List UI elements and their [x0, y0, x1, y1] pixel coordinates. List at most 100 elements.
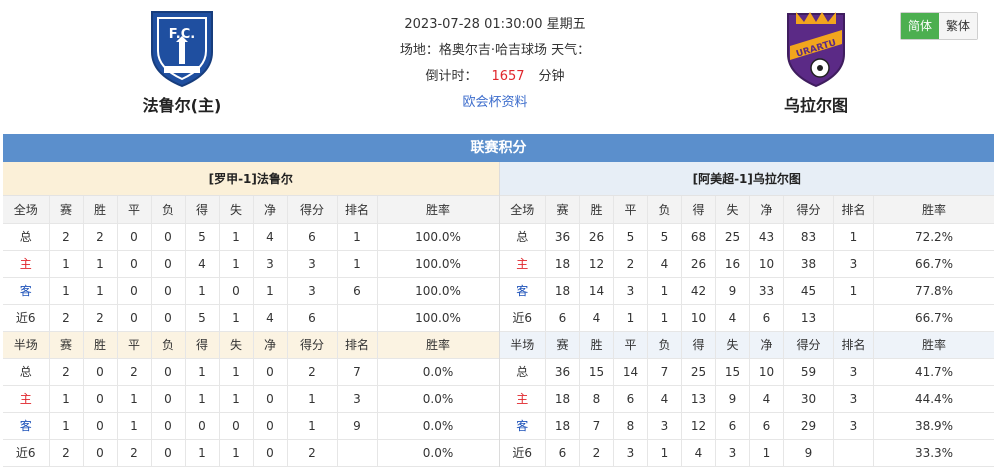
- table-cell: 0: [117, 223, 152, 251]
- table-cell: 100.0%: [377, 277, 499, 305]
- table-cell: 1: [337, 250, 378, 278]
- home-team-name: 法鲁尔(主): [142, 96, 222, 115]
- table-cell: 15: [715, 358, 750, 386]
- row-label: 全场: [3, 196, 50, 224]
- row-label: 主: [499, 250, 546, 278]
- table-cell: 2: [83, 223, 118, 251]
- table-cell: 100.0%: [377, 250, 499, 278]
- table-cell: 1: [833, 223, 874, 251]
- cup-info-link[interactable]: 欧会杯资料: [462, 95, 527, 110]
- table-cell: 1: [83, 250, 118, 278]
- table-cell: 83: [783, 223, 834, 251]
- table-cell: 1: [185, 358, 220, 386]
- table-cell: 赛: [545, 196, 580, 224]
- table-cell: 10: [749, 250, 784, 278]
- table-cell: 失: [219, 331, 254, 359]
- table-cell: 29: [783, 412, 834, 440]
- table-cell: 负: [151, 196, 186, 224]
- table-cell: 18: [545, 277, 580, 305]
- lang-simplified-button[interactable]: 简体: [901, 13, 939, 39]
- table-cell: 胜率: [873, 331, 994, 359]
- table-cell: 7: [647, 358, 682, 386]
- table-cell: 5: [613, 223, 648, 251]
- table-cell: 平: [117, 196, 152, 224]
- table-row: 总 36 15 14 7 25 15 10 59 3 41.7%: [499, 358, 994, 386]
- table-cell: 得: [681, 196, 716, 224]
- table-cell: 4: [647, 250, 682, 278]
- table-cell: 3: [337, 385, 378, 413]
- table-cell: 净: [749, 331, 784, 359]
- table-cell: 4: [253, 304, 288, 332]
- table-cell: 1: [337, 223, 378, 251]
- table-cell: 赛: [545, 331, 580, 359]
- table-cell: 0: [185, 412, 220, 440]
- table-cell: 2: [613, 250, 648, 278]
- table-cell: 0: [83, 439, 118, 467]
- table-cell: 0: [151, 385, 186, 413]
- table-cell: 胜: [83, 331, 118, 359]
- table-cell: 净: [253, 196, 288, 224]
- table-cell: 0: [83, 412, 118, 440]
- table-cell: 38: [783, 250, 834, 278]
- table-row: 客 1 0 1 0 0 0 0 1 9 0.0%: [3, 412, 499, 440]
- table-cell: 9: [715, 385, 750, 413]
- table-cell: 0: [253, 385, 288, 413]
- table-cell: 1: [219, 304, 254, 332]
- table-cell: 66.7%: [873, 304, 994, 332]
- lang-traditional-button[interactable]: 繁体: [939, 13, 977, 39]
- urartu-crest-icon: URARTU: [787, 12, 845, 88]
- table-cell: 10: [749, 358, 784, 386]
- row-label: 总: [499, 358, 546, 386]
- table-cell: 1: [219, 223, 254, 251]
- table-cell: 9: [715, 277, 750, 305]
- table-cell: 4: [681, 439, 716, 467]
- table-cell: [337, 304, 378, 332]
- table-cell: 0: [219, 412, 254, 440]
- home-standings-table: 全场赛胜平负得失净得分 排名 胜率总 2 2 0 0 5 1 4 6 1 100.0% 主 1 1 0 0 4 1 3 3…: [3, 196, 499, 467]
- table-cell: 2: [49, 223, 84, 251]
- table-cell: 0: [151, 358, 186, 386]
- table-cell: 12: [681, 412, 716, 440]
- countdown: 倒计时： 1657 分钟: [330, 64, 660, 90]
- table-cell: 1: [287, 412, 338, 440]
- table-header-row: 半场赛胜平负得失净得分 排名 胜率: [499, 331, 994, 359]
- table-cell: 6: [545, 304, 580, 332]
- table-cell: 1: [49, 412, 84, 440]
- table-cell: 0: [83, 385, 118, 413]
- table-cell: 0: [117, 277, 152, 305]
- table-cell: 赛: [49, 196, 84, 224]
- table-cell: 胜率: [873, 196, 994, 224]
- away-team[interactable]: URARTU 乌拉尔图: [746, 8, 886, 116]
- table-cell: 15: [579, 358, 614, 386]
- table-cell: 25: [681, 358, 716, 386]
- table-header-row: 全场赛胜平负得失净得分 排名 胜率: [499, 196, 994, 224]
- table-cell: 得: [681, 331, 716, 359]
- table-row: 总 2 2 0 0 5 1 4 6 1 100.0%: [3, 223, 499, 251]
- table-cell: 4: [647, 385, 682, 413]
- table-cell: 1: [49, 250, 84, 278]
- home-table-body: 全场赛胜平负得失净得分 排名 胜率总 2 2 0 0 5 1 4 6 1 100.0% 主 1 1 0 0 4 1 3 3…: [3, 196, 499, 467]
- table-cell: 33: [749, 277, 784, 305]
- table-row: 总 2 0 2 0 1 1 0 2 7 0.0%: [3, 358, 499, 386]
- home-team[interactable]: F.C. 法鲁尔(主): [112, 8, 252, 116]
- table-cell: 0.0%: [377, 439, 499, 467]
- match-venue: 场地：格奥尔吉·哈吉球场 天气：: [399, 43, 591, 58]
- table-cell: 4: [715, 304, 750, 332]
- table-cell: 26: [579, 223, 614, 251]
- table-cell: 6: [749, 412, 784, 440]
- table-cell: 排名: [833, 196, 874, 224]
- table-cell: 36: [545, 358, 580, 386]
- table-cell: 14: [613, 358, 648, 386]
- table-cell: 72.2%: [873, 223, 994, 251]
- table-cell: 1: [287, 385, 338, 413]
- table-cell: 0: [117, 304, 152, 332]
- away-table-title: [阿美超-1]乌拉尔图: [499, 162, 994, 196]
- table-cell: 18: [545, 385, 580, 413]
- table-cell: 25: [715, 223, 750, 251]
- table-cell: 1: [647, 439, 682, 467]
- table-cell: 12: [579, 250, 614, 278]
- table-cell: 1: [613, 304, 648, 332]
- row-label: 客: [499, 277, 546, 305]
- table-cell: 1: [117, 412, 152, 440]
- table-cell: 1: [647, 304, 682, 332]
